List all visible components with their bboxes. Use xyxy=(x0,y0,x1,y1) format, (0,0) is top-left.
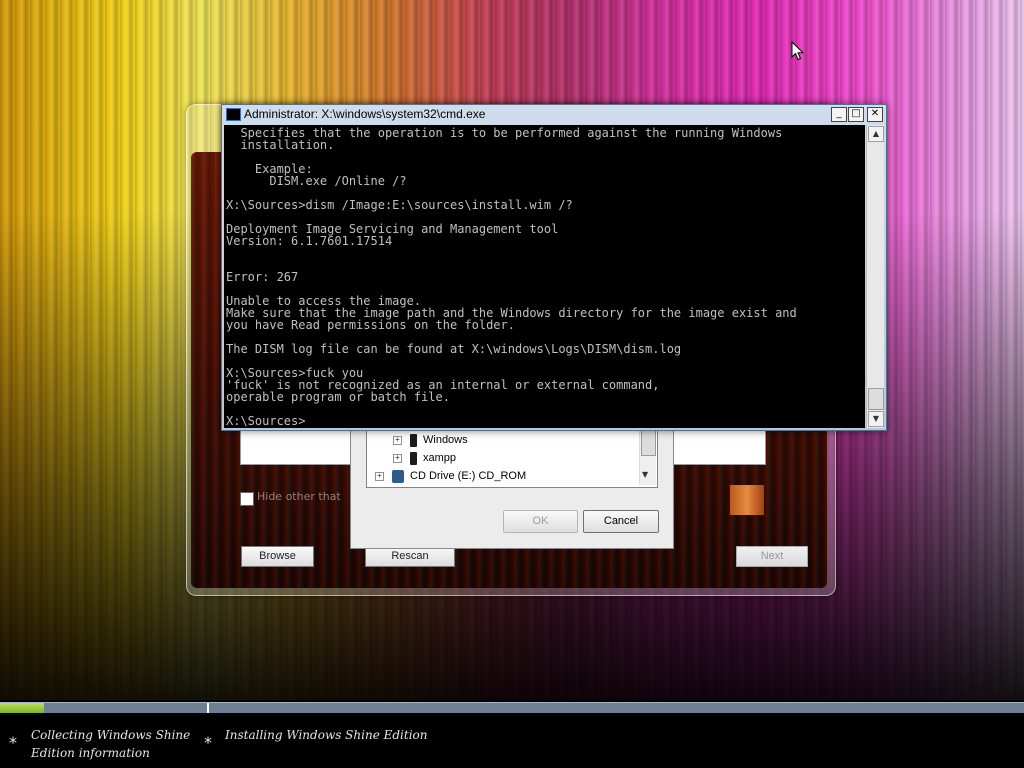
setup-steps-area: * Collecting Windows Shine Edition infor… xyxy=(0,713,1024,768)
console-scrollbar[interactable]: ▲ ▼ xyxy=(866,125,884,428)
maximize-button[interactable]: □ xyxy=(848,107,864,122)
scroll-down-arrow-icon[interactable]: ▼ xyxy=(642,470,648,479)
tree-item-cd-drive[interactable]: + CD Drive (E:) CD_ROM xyxy=(375,467,526,485)
cmd-window-title: Administrator: X:\windows\system32\cmd.e… xyxy=(244,107,486,121)
hide-other-checkbox[interactable] xyxy=(240,492,254,506)
cmd-window[interactable]: Administrator: X:\windows\system32\cmd.e… xyxy=(221,104,887,431)
scrollbar-thumb[interactable] xyxy=(868,388,884,410)
expand-icon[interactable]: + xyxy=(393,453,402,463)
tree-item-windows[interactable]: + Windows xyxy=(393,431,468,449)
ok-button[interactable]: OK xyxy=(503,510,578,533)
folder-tree[interactable]: + Windows + xampp + CD Drive (E:) CD_ROM xyxy=(366,429,658,488)
hide-other-checkbox-label: Hide other that xyxy=(257,490,341,503)
scroll-down-arrow-icon[interactable]: ▼ xyxy=(868,411,884,427)
browse-button[interactable]: Browse xyxy=(241,546,314,567)
tree-item-label: CD Drive (E:) CD_ROM xyxy=(410,470,527,482)
mouse-pointer-icon xyxy=(791,41,805,61)
folder-icon xyxy=(410,433,417,447)
console-text: Specifies that the operation is to be pe… xyxy=(226,126,797,428)
cd-drive-icon xyxy=(392,469,404,483)
next-button[interactable]: Next xyxy=(736,546,808,567)
step-bullet-icon: * xyxy=(9,733,17,752)
expand-icon[interactable]: + xyxy=(393,435,402,445)
console-icon xyxy=(226,108,241,121)
tree-item-label: xampp xyxy=(423,452,457,464)
step-bullet-icon: * xyxy=(204,733,212,752)
step-collecting-info: Collecting Windows Shine Edition informa… xyxy=(31,728,191,760)
step-installing: Installing Windows Shine Edition xyxy=(225,728,428,742)
console-output[interactable]: Specifies that the operation is to be pe… xyxy=(224,125,865,428)
minimize-button[interactable]: _ xyxy=(831,107,847,122)
decorative-tile xyxy=(730,485,764,515)
rescan-button[interactable]: Rescan xyxy=(365,546,455,567)
scrollbar-thumb[interactable] xyxy=(641,430,656,456)
expand-icon[interactable]: + xyxy=(375,471,384,481)
close-button[interactable]: ✕ xyxy=(867,107,883,122)
scroll-up-arrow-icon[interactable]: ▲ xyxy=(868,126,884,142)
tree-item-label: Windows xyxy=(423,434,468,446)
cancel-button[interactable]: Cancel xyxy=(583,510,659,533)
folder-tree-scrollbar[interactable]: ▼ xyxy=(639,430,656,485)
folder-icon xyxy=(410,451,417,465)
cmd-titlebar[interactable]: Administrator: X:\windows\system32\cmd.e… xyxy=(222,105,886,123)
tree-item-xampp[interactable]: + xampp xyxy=(393,449,456,467)
